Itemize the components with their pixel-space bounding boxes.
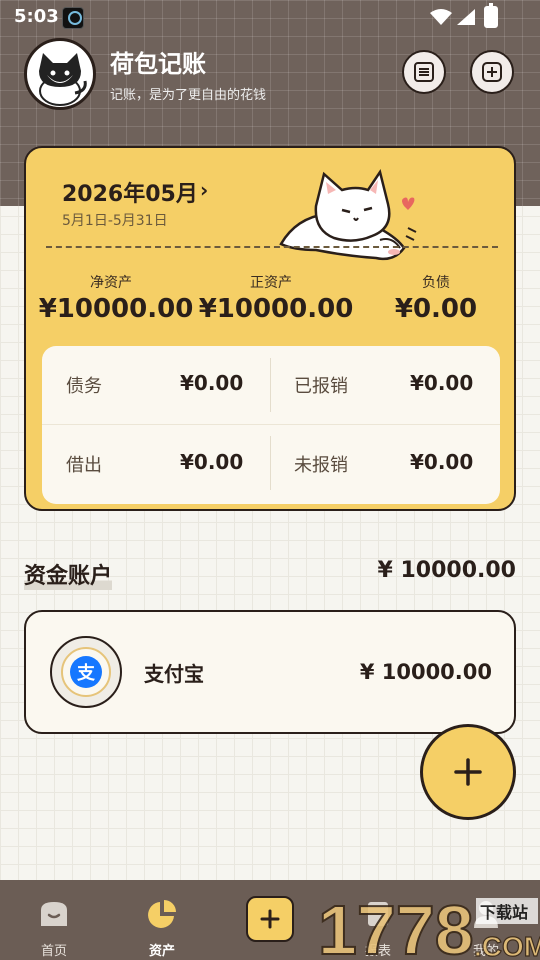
nav-label: 资产 <box>148 944 175 959</box>
account-balance: ¥ 10000.00 <box>359 660 492 684</box>
avatar[interactable] <box>24 38 96 110</box>
divider <box>270 358 271 412</box>
debt-value: ¥0.00 <box>180 371 244 395</box>
cat-avatar-icon <box>39 53 87 106</box>
accounts-total: ¥ 10000.00 <box>377 558 516 583</box>
nav-assets[interactable]: 资产 <box>122 894 202 959</box>
notification-app-icon <box>62 7 84 29</box>
alipay-icon: 支 <box>70 656 102 688</box>
positive-assets-label: 正资产 <box>250 275 292 291</box>
bill-list-button[interactable] <box>402 50 446 94</box>
nav-label: 首页 <box>40 944 67 959</box>
account-icon-ring: 支 <box>50 636 122 708</box>
list-icon <box>414 62 434 82</box>
reimbursed-label: 已报销 <box>294 376 348 397</box>
account-card-alipay[interactable]: 支 支付宝 ¥ 10000.00 <box>24 610 516 734</box>
watermark-domain: .COM <box>474 931 540 960</box>
app-title: 荷包记账 <box>110 50 206 78</box>
wifi-icon <box>430 9 452 25</box>
asset-summary-card: 2026年05月 › 5月1日-5月31日 净资产 ¥10000.00 正资产 … <box>24 146 516 511</box>
app-subtitle: 记账，是为了更自由的花钱 <box>110 88 267 103</box>
pie-chart-icon <box>148 900 176 928</box>
liabilities-value: ¥0.00 <box>394 294 478 324</box>
watermark-suffix: 下载站 <box>480 903 528 922</box>
lent-label: 借出 <box>66 455 102 476</box>
balance-breakdown-panel: 债务 ¥0.00 已报销 ¥0.00 借出 ¥0.00 未报销 ¥0.00 <box>42 346 500 504</box>
divider <box>46 246 498 248</box>
watermark-logo: 1778 下载站 .COM <box>317 892 540 960</box>
status-time: 5:03 <box>14 6 59 27</box>
nav-home[interactable]: 首页 <box>14 894 94 959</box>
add-record-fab[interactable] <box>420 724 516 820</box>
period-range: 5月1日-5月31日 <box>62 213 168 229</box>
unreimbursed-label: 未报销 <box>294 455 348 476</box>
home-icon <box>41 902 67 926</box>
lent-value: ¥0.00 <box>180 450 244 474</box>
account-name: 支付宝 <box>144 662 204 686</box>
plus-icon <box>454 758 482 786</box>
positive-assets-value: ¥10000.00 <box>198 294 354 324</box>
divider <box>42 424 500 425</box>
nav-add-button[interactable] <box>246 896 294 942</box>
add-account-button[interactable] <box>470 50 514 94</box>
net-assets-value: ¥10000.00 <box>38 294 194 324</box>
plus-icon <box>260 909 280 929</box>
unreimbursed-value: ¥0.00 <box>410 450 474 474</box>
section-title: 资金账户 <box>24 558 113 590</box>
battery-icon <box>484 3 498 28</box>
status-bar: 5:03 <box>0 0 540 36</box>
plus-square-icon <box>482 62 502 82</box>
reimbursed-value: ¥0.00 <box>410 371 474 395</box>
watermark-text: 1778 <box>318 892 474 960</box>
chevron-right-icon[interactable]: › <box>200 178 208 202</box>
debt-label: 债务 <box>66 376 102 397</box>
divider <box>270 436 271 490</box>
cat-illustration-icon <box>279 168 417 261</box>
signal-icon <box>457 9 475 25</box>
liabilities-label: 负债 <box>422 275 450 291</box>
period-selector[interactable]: 2026年05月 <box>62 176 198 208</box>
net-assets-label: 净资产 <box>90 275 132 291</box>
account-icon-badge: 支 <box>61 647 111 697</box>
